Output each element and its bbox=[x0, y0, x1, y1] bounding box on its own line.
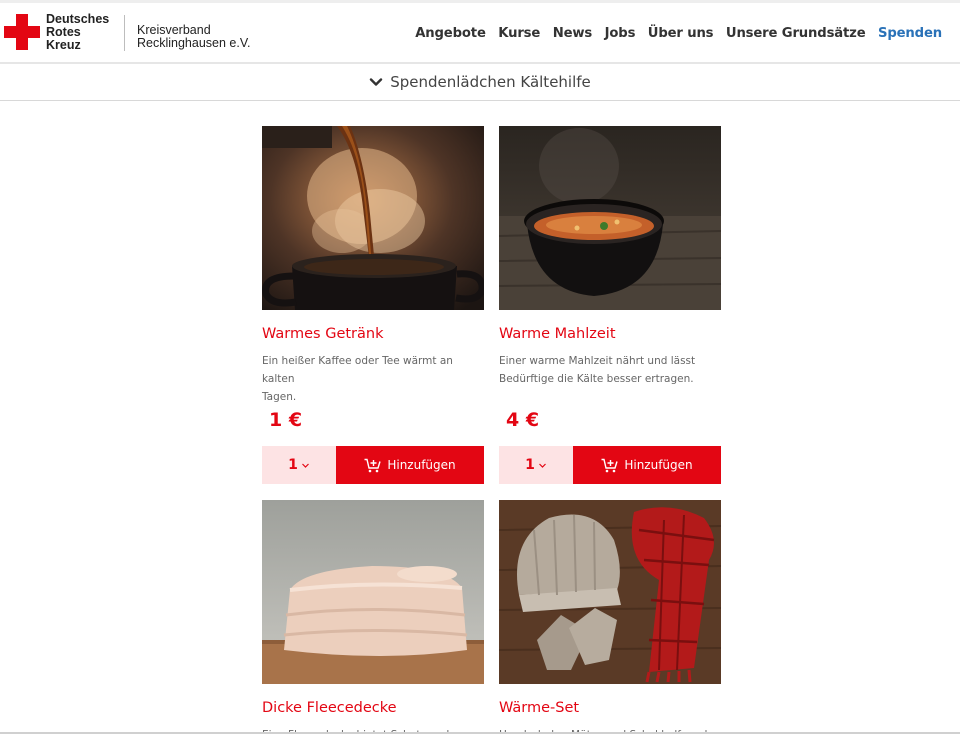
quantity-value: 1 bbox=[525, 457, 535, 473]
chevron-down-icon bbox=[301, 463, 309, 468]
main-nav: Angebote Kurse News Jobs Über uns Unsere… bbox=[403, 20, 942, 46]
product-description: Einer warme Mahlzeit nährt und lässt Bed… bbox=[499, 352, 721, 388]
blanket-image[interactable] bbox=[262, 500, 484, 684]
site-header: Deutsches Rotes Kreuz Kreisverband Reckl… bbox=[0, 3, 960, 63]
cart-plus-icon bbox=[601, 458, 619, 472]
red-cross-icon bbox=[4, 14, 40, 50]
nav-item-spenden[interactable]: Spenden bbox=[878, 26, 942, 41]
soup-bowl-image[interactable] bbox=[499, 126, 721, 310]
category-toggle[interactable]: Spendenlädchen Kältehilfe bbox=[0, 64, 960, 101]
org-line: Recklinghausen e.V. bbox=[137, 36, 251, 50]
product-title[interactable]: Dicke Fleecedecke bbox=[262, 700, 397, 716]
logo-line: Kreuz bbox=[46, 38, 81, 52]
chevron-down-icon bbox=[370, 78, 383, 86]
product-price: 1 € bbox=[269, 409, 303, 431]
quantity-select[interactable]: 1 bbox=[262, 446, 336, 484]
nav-item-ueber-uns[interactable]: Über uns bbox=[648, 26, 714, 41]
quantity-value: 1 bbox=[288, 457, 298, 473]
product-title[interactable]: Warmes Getränk bbox=[262, 326, 384, 342]
logo-wordmark: Deutsches Rotes Kreuz bbox=[46, 13, 126, 52]
add-to-cart-button[interactable]: Hinzufügen bbox=[573, 446, 721, 484]
nav-item-jobs[interactable]: Jobs bbox=[605, 26, 636, 41]
product-description: Ein heißer Kaffee oder Tee wärmt an kalt… bbox=[262, 352, 484, 406]
org-name: Kreisverband Recklinghausen e.V. bbox=[137, 24, 251, 50]
hot-drink-image[interactable] bbox=[262, 126, 484, 310]
description-line: Einer warme Mahlzeit nährt und lässt bbox=[499, 355, 696, 367]
description-line: Ein heißer Kaffee oder Tee wärmt an kalt… bbox=[262, 355, 453, 385]
category-label: Spendenlädchen Kältehilfe bbox=[390, 73, 591, 91]
nav-item-kurse[interactable]: Kurse bbox=[498, 26, 540, 41]
winter-set-image[interactable] bbox=[499, 500, 721, 684]
add-button-label: Hinzufügen bbox=[387, 458, 456, 472]
description-line: Tagen. bbox=[262, 391, 297, 403]
chevron-down-icon bbox=[538, 463, 546, 468]
logo-divider bbox=[124, 15, 125, 51]
nav-item-angebote[interactable]: Angebote bbox=[415, 26, 486, 41]
add-to-cart-button[interactable]: Hinzufügen bbox=[336, 446, 484, 484]
product-price: 4 € bbox=[506, 409, 540, 431]
quantity-select[interactable]: 1 bbox=[499, 446, 573, 484]
product-title[interactable]: Warme Mahlzeit bbox=[499, 326, 616, 342]
nav-item-grundsaetze[interactable]: Unsere Grundsätze bbox=[726, 26, 866, 41]
cart-plus-icon bbox=[364, 458, 382, 472]
add-button-label: Hinzufügen bbox=[624, 458, 693, 472]
nav-item-news[interactable]: News bbox=[553, 26, 593, 41]
description-line: Bedürftige die Kälte besser ertragen. bbox=[499, 373, 694, 385]
product-title[interactable]: Wärme-Set bbox=[499, 700, 579, 716]
drk-logo[interactable]: Deutsches Rotes Kreuz bbox=[4, 13, 116, 54]
